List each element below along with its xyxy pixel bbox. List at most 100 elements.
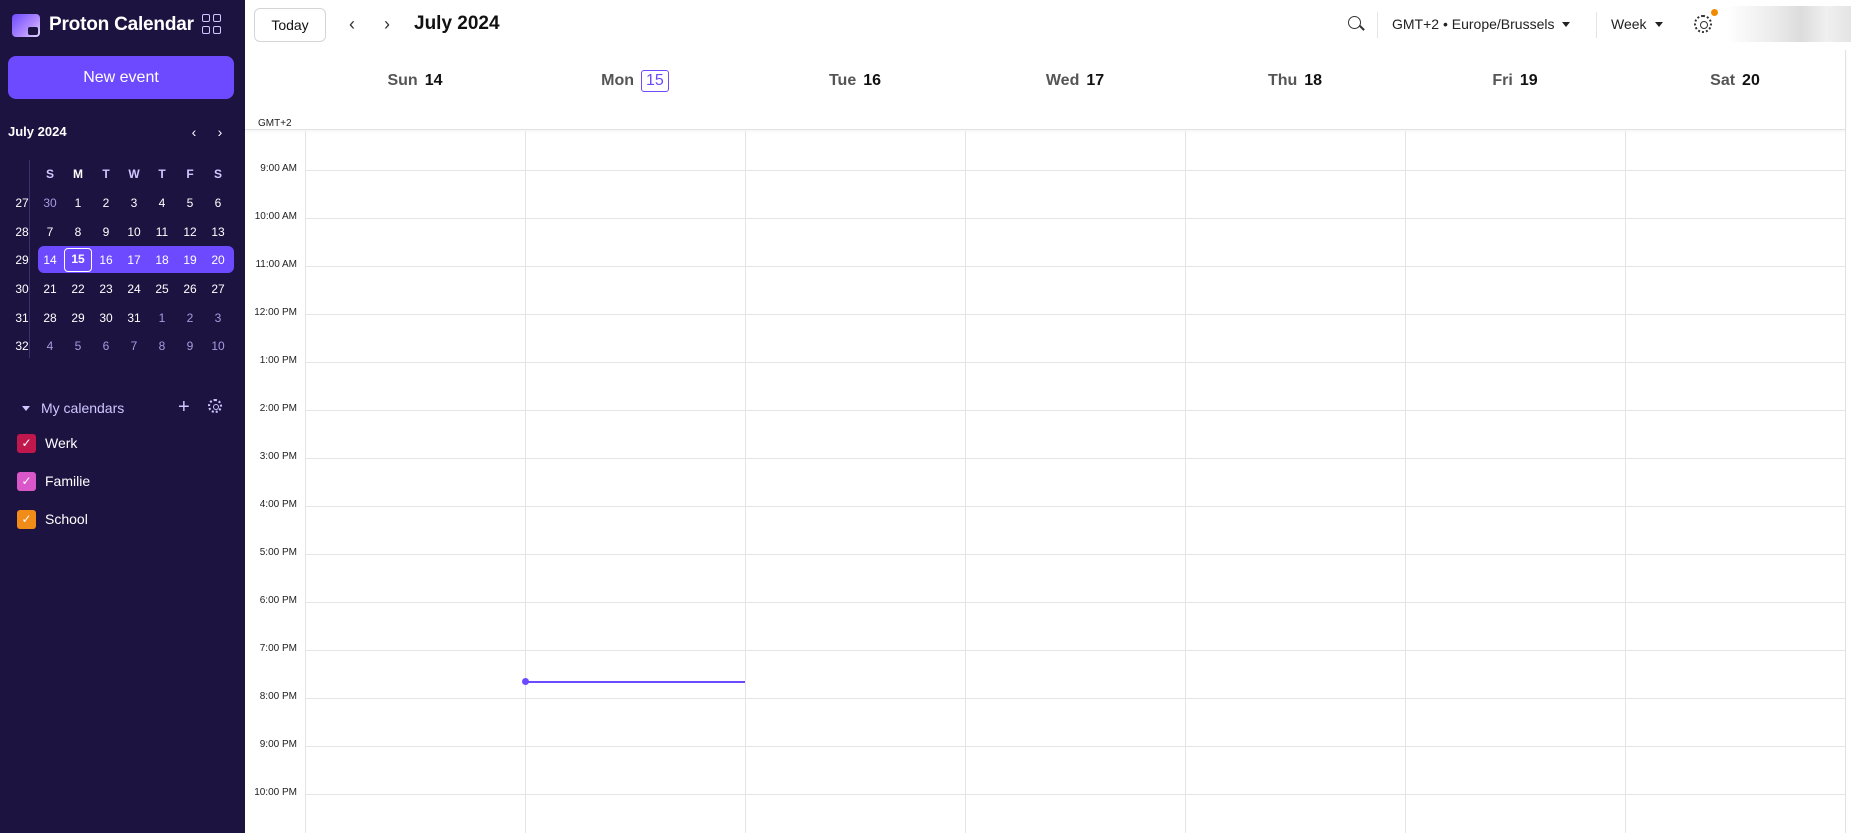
mini-day[interactable]: 6 bbox=[204, 190, 232, 216]
mini-week-row: 31 28 29 30 31 1 2 3 bbox=[8, 303, 234, 332]
mini-day[interactable]: 29 bbox=[64, 305, 92, 331]
calendar-settings-gear-icon[interactable] bbox=[208, 399, 222, 413]
mini-day[interactable]: 22 bbox=[64, 276, 92, 302]
app-logo[interactable]: Proton Calendar bbox=[12, 13, 194, 37]
notification-dot bbox=[1711, 9, 1718, 16]
add-calendar-plus-icon[interactable]: + bbox=[178, 397, 190, 417]
checkbox-check-icon[interactable]: ✓ bbox=[17, 433, 36, 453]
checkbox-check-icon[interactable]: ✓ bbox=[17, 509, 36, 529]
mini-day[interactable]: 4 bbox=[148, 190, 176, 216]
timezone-dropdown[interactable]: GMT+2 • Europe/Brussels bbox=[1392, 16, 1571, 32]
previous-week-chevron-left-icon[interactable]: ‹ bbox=[342, 13, 362, 35]
day-number: 18 bbox=[1304, 72, 1323, 89]
mini-prev-month-chevron-left-icon[interactable]: ‹ bbox=[184, 122, 204, 142]
mini-day[interactable]: 20 bbox=[204, 247, 232, 273]
mini-day[interactable]: 12 bbox=[176, 219, 204, 245]
search-icon[interactable] bbox=[1348, 16, 1361, 29]
weekday-label: W bbox=[128, 167, 140, 182]
week-number[interactable]: 30 bbox=[8, 276, 36, 302]
caret-down-icon bbox=[22, 405, 30, 411]
week-view: Sun 14 Mon 15 Tue 16 Wed 17 Thu 18 Fri 1… bbox=[245, 50, 1846, 833]
mini-day[interactable]: 7 bbox=[120, 333, 148, 359]
week-number[interactable]: 29 bbox=[8, 247, 36, 273]
apps-grid-icon[interactable] bbox=[202, 14, 223, 35]
mini-week-row-selected: 29 14 15 16 17 18 19 20 bbox=[8, 246, 234, 275]
toolbar-divider bbox=[1596, 12, 1597, 38]
new-event-button[interactable]: New event bbox=[8, 56, 234, 99]
mini-day[interactable]: 27 bbox=[204, 276, 232, 302]
week-number[interactable]: 28 bbox=[8, 219, 36, 245]
day-header-thu[interactable]: Thu 18 bbox=[1185, 68, 1405, 94]
app-name: Proton Calendar bbox=[49, 14, 194, 35]
calendar-app: Proton Calendar New event July 2024 ‹ › … bbox=[0, 0, 1851, 833]
mini-next-month-chevron-right-icon[interactable]: › bbox=[210, 122, 230, 142]
mini-day[interactable]: 17 bbox=[120, 247, 148, 273]
week-number[interactable]: 31 bbox=[8, 305, 36, 331]
calendar-item-school[interactable]: ✓ School bbox=[17, 509, 88, 529]
calendar-name: School bbox=[45, 511, 88, 527]
day-name: Sat bbox=[1710, 72, 1736, 89]
caret-down-icon bbox=[1654, 21, 1663, 27]
day-header-wed[interactable]: Wed 17 bbox=[965, 68, 1185, 94]
mini-day[interactable]: 31 bbox=[120, 305, 148, 331]
mini-day[interactable]: 30 bbox=[36, 190, 64, 216]
mini-day[interactable]: 25 bbox=[148, 276, 176, 302]
weekday-label: M bbox=[73, 167, 83, 182]
user-account-avatar[interactable] bbox=[1727, 6, 1851, 42]
weekday-label: F bbox=[186, 167, 194, 182]
mini-day[interactable]: 19 bbox=[176, 247, 204, 273]
mini-day[interactable]: 3 bbox=[204, 305, 232, 331]
caret-down-icon bbox=[1562, 21, 1571, 27]
mini-day[interactable]: 6 bbox=[92, 333, 120, 359]
calendar-item-familie[interactable]: ✓ Familie bbox=[17, 471, 90, 491]
mini-day[interactable]: 26 bbox=[176, 276, 204, 302]
settings-gear-icon[interactable] bbox=[1694, 15, 1712, 33]
mini-day-today[interactable]: 15 bbox=[64, 248, 92, 273]
mini-day[interactable]: 18 bbox=[148, 247, 176, 273]
mini-day[interactable]: 30 bbox=[92, 305, 120, 331]
weekday-label: T bbox=[102, 167, 110, 182]
day-name: Tue bbox=[828, 72, 857, 89]
day-header-tue[interactable]: Tue 16 bbox=[745, 68, 965, 94]
mini-day[interactable]: 24 bbox=[120, 276, 148, 302]
view-dropdown[interactable]: Week bbox=[1611, 16, 1663, 32]
mini-day[interactable]: 7 bbox=[36, 219, 64, 245]
time-grid[interactable] bbox=[245, 131, 1846, 833]
mini-day[interactable]: 9 bbox=[176, 333, 204, 359]
mini-day[interactable]: 1 bbox=[148, 305, 176, 331]
mini-day[interactable]: 1 bbox=[64, 190, 92, 216]
mini-day[interactable]: 5 bbox=[176, 190, 204, 216]
day-header-fri[interactable]: Fri 19 bbox=[1405, 68, 1625, 94]
mini-day[interactable]: 10 bbox=[204, 333, 232, 359]
mini-day[interactable]: 16 bbox=[92, 247, 120, 273]
next-week-chevron-right-icon[interactable]: › bbox=[377, 13, 397, 35]
mini-day[interactable]: 28 bbox=[36, 305, 64, 331]
mini-day[interactable]: 3 bbox=[120, 190, 148, 216]
mini-day[interactable]: 4 bbox=[36, 333, 64, 359]
mini-weekday-header: S M T W T F S bbox=[8, 160, 234, 189]
mini-day[interactable]: 10 bbox=[120, 219, 148, 245]
week-number[interactable]: 32 bbox=[8, 333, 36, 359]
mini-calendar-title: July 2024 bbox=[8, 124, 67, 139]
calendar-item-werk[interactable]: ✓ Werk bbox=[17, 433, 77, 453]
mini-day[interactable]: 8 bbox=[64, 219, 92, 245]
mini-day[interactable]: 14 bbox=[36, 247, 64, 273]
day-header-sat[interactable]: Sat 20 bbox=[1625, 68, 1845, 94]
mini-day[interactable]: 23 bbox=[92, 276, 120, 302]
week-number[interactable]: 27 bbox=[8, 190, 36, 216]
mini-day[interactable]: 2 bbox=[176, 305, 204, 331]
today-button[interactable]: Today bbox=[254, 8, 326, 42]
day-header-sun[interactable]: Sun 14 bbox=[305, 68, 525, 94]
mini-day[interactable]: 21 bbox=[36, 276, 64, 302]
day-name: Thu bbox=[1267, 72, 1298, 89]
mini-day[interactable]: 2 bbox=[92, 190, 120, 216]
mini-day[interactable]: 5 bbox=[64, 333, 92, 359]
mini-day[interactable]: 8 bbox=[148, 333, 176, 359]
my-calendars-header[interactable]: My calendars + bbox=[22, 397, 232, 419]
day-header-row: Sun 14 Mon 15 Tue 16 Wed 17 Thu 18 Fri 1… bbox=[245, 50, 1846, 130]
checkbox-check-icon[interactable]: ✓ bbox=[17, 471, 36, 491]
day-header-mon-today[interactable]: Mon 15 bbox=[525, 68, 745, 94]
mini-day[interactable]: 9 bbox=[92, 219, 120, 245]
mini-day[interactable]: 11 bbox=[148, 219, 176, 245]
mini-day[interactable]: 13 bbox=[204, 219, 232, 245]
